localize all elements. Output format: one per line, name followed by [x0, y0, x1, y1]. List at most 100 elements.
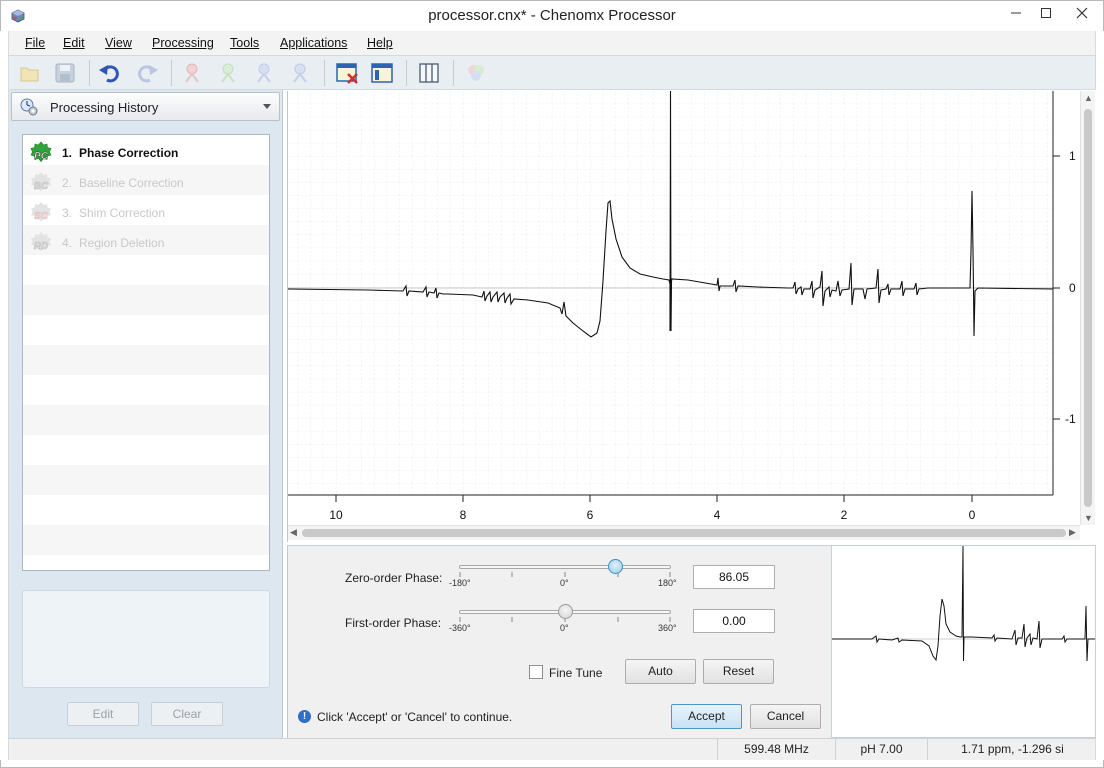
- processing-history-panel: Processing History PC 1. Phase Correction: [8, 90, 283, 738]
- x-tick-label: 0: [969, 508, 976, 522]
- spectrum-horizontal-scrollbar[interactable]: ◀ ▶: [288, 525, 1080, 540]
- status-ph: pH 7.00: [835, 739, 927, 760]
- spectrum-view[interactable]: 1 0 -1 10 8 6 4 2 0: [287, 91, 1095, 542]
- history-item-baseline-correction[interactable]: BC 2. Baseline Correction: [23, 167, 269, 197]
- window-bottom-border: [0, 760, 1104, 768]
- step-notes-area: [22, 590, 270, 688]
- person-pin-icon[interactable]: [180, 61, 204, 85]
- history-list: PC 1. Phase Correction BC 2. Baseline Corr…: [22, 134, 270, 571]
- first-order-min-label: -360°: [449, 623, 471, 633]
- menu-processing[interactable]: Processing: [152, 36, 214, 50]
- first-order-max-label: 360°: [658, 623, 677, 633]
- reset-button[interactable]: Reset: [703, 659, 774, 684]
- x-tick-label: 6: [587, 508, 594, 522]
- history-item-text: Region Deletion: [79, 236, 165, 250]
- toolbar-separator: [324, 60, 325, 86]
- phase-correction-badge-text: PC: [34, 151, 49, 162]
- scroll-down-icon[interactable]: ▼: [1084, 513, 1093, 523]
- history-item-text: Baseline Correction: [79, 176, 184, 190]
- history-item-label: 3. Shim Correction: [62, 206, 165, 220]
- menu-file-label: File: [25, 36, 46, 50]
- clear-button[interactable]: Clear: [151, 702, 223, 726]
- fine-tune-checkbox[interactable]: [529, 665, 543, 679]
- history-item-region-deletion[interactable]: RD 4. Region Deletion: [23, 227, 269, 257]
- history-item-label: 4. Region Deletion: [62, 236, 164, 250]
- history-item-shim-correction[interactable]: SC 3. Shim Correction: [23, 197, 269, 227]
- minimize-icon: [1011, 12, 1021, 14]
- info-icon: !: [298, 710, 311, 723]
- person-pin-icon[interactable]: [252, 61, 276, 85]
- minimize-button[interactable]: [1001, 1, 1031, 25]
- columns-icon[interactable]: [417, 61, 441, 85]
- cancel-button[interactable]: Cancel: [750, 704, 821, 729]
- accept-button[interactable]: Accept: [671, 704, 742, 729]
- toolbar-separator: [171, 60, 172, 86]
- edit-button[interactable]: Edit: [67, 702, 139, 726]
- status-cursor-position: 1.71 ppm, -1.296 si: [927, 739, 1097, 760]
- undo-icon[interactable]: [98, 61, 122, 85]
- save-icon[interactable]: [53, 61, 77, 85]
- menu-help[interactable]: Help: [367, 36, 393, 50]
- person-pin-icon[interactable]: [216, 61, 240, 85]
- x-tick-label: 2: [841, 508, 848, 522]
- menu-help-label: Help: [367, 36, 393, 50]
- phase-correction-badge-icon: PC: [30, 141, 52, 162]
- window-title: processor.cnx* - Chenomx Processor: [428, 7, 676, 24]
- first-order-phase-slider[interactable]: [557, 604, 573, 619]
- close-icon: [1076, 7, 1088, 19]
- processing-history-title: Processing History: [50, 100, 159, 115]
- history-item-number: 3.: [62, 206, 73, 220]
- zero-order-phase-label: Zero-order Phase:: [345, 571, 443, 585]
- chevron-down-icon: [263, 104, 271, 109]
- scroll-right-icon[interactable]: ▶: [1069, 527, 1076, 538]
- history-item-number: 2.: [62, 176, 73, 190]
- auto-button[interactable]: Auto: [625, 659, 696, 684]
- toolbar: [8, 55, 1096, 90]
- processing-history-dropdown[interactable]: Processing History: [11, 92, 280, 121]
- spectrum-preview-plot: [832, 545, 1095, 662]
- zero-order-phase-input[interactable]: 86.05: [693, 565, 775, 589]
- first-order-phase-label: First-order Phase:: [345, 616, 442, 630]
- shim-correction-badge-icon: SC: [31, 202, 51, 222]
- menu-edit[interactable]: Edit: [63, 36, 85, 50]
- close-button[interactable]: [1059, 1, 1104, 25]
- history-item-number: 4.: [62, 236, 73, 250]
- menu-file[interactable]: File: [25, 36, 45, 50]
- fine-tune-label: Fine Tune: [549, 666, 603, 680]
- history-item-text: Shim Correction: [79, 206, 166, 220]
- compounds-icon[interactable]: [464, 61, 488, 85]
- delete-region-icon[interactable]: [335, 61, 359, 85]
- history-item-phase-correction[interactable]: PC 1. Phase Correction: [23, 137, 269, 167]
- scroll-left-icon[interactable]: ◀: [290, 527, 297, 538]
- toolbar-separator: [406, 60, 407, 86]
- status-bar: 599.48 MHz pH 7.00 1.71 ppm, -1.296 si: [8, 738, 1096, 760]
- maximize-button[interactable]: [1031, 1, 1061, 25]
- redo-icon[interactable]: [135, 61, 159, 85]
- menu-applications-label: Applications: [280, 36, 348, 50]
- zero-order-mid-label: 0°: [560, 578, 569, 588]
- spectrum-plot[interactable]: 1 0 -1 10 8 6 4 2 0: [288, 91, 1081, 525]
- first-order-mid-label: 0°: [560, 623, 569, 633]
- menu-view[interactable]: View: [105, 36, 132, 50]
- vertical-scroll-thumb[interactable]: [1084, 109, 1092, 507]
- title-bar: processor.cnx* - Chenomx Processor: [0, 0, 1104, 31]
- zero-order-phase-track[interactable]: [459, 565, 671, 569]
- menu-tools[interactable]: Tools: [230, 36, 259, 50]
- y-tick-label: -1: [1065, 412, 1076, 426]
- horizontal-scroll-thumb[interactable]: [302, 529, 1066, 537]
- first-order-phase-input[interactable]: 0.00: [693, 609, 775, 633]
- spectrum-vertical-scrollbar[interactable]: ▲ ▼: [1080, 91, 1095, 525]
- person-pin-icon[interactable]: [288, 61, 312, 85]
- history-item-label: 2. Baseline Correction: [62, 176, 184, 190]
- open-folder-icon[interactable]: [18, 61, 42, 85]
- menu-applications[interactable]: Applications: [280, 36, 347, 50]
- shim-correction-badge-text: SC: [34, 211, 49, 222]
- region-deletion-badge-text: RD: [34, 241, 48, 252]
- history-item-label: 1. Phase Correction: [62, 146, 178, 160]
- spectrum-preview: [831, 545, 1096, 738]
- menu-view-label: View: [105, 36, 132, 50]
- x-tick-label: 10: [329, 508, 343, 522]
- menu-bar: File Edit View Processing Tools Applicat…: [8, 31, 1096, 55]
- scroll-up-icon[interactable]: ▲: [1084, 93, 1093, 103]
- window-layout-icon[interactable]: [370, 61, 394, 85]
